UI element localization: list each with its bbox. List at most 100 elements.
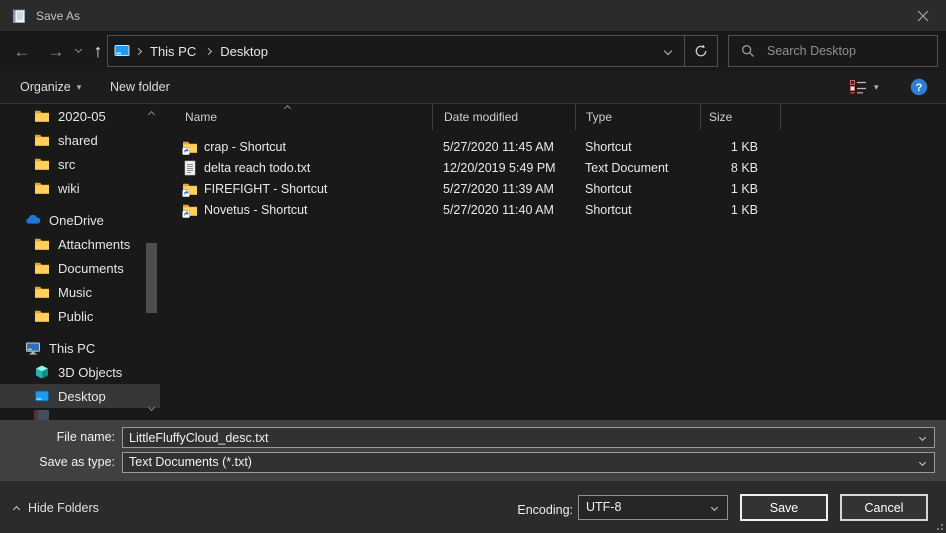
folder-icon (34, 108, 50, 124)
file-size-cell: 1 KB (700, 203, 780, 217)
sidebar-item-public[interactable]: Public (0, 304, 160, 328)
column-header-size[interactable]: Size (700, 104, 780, 130)
close-button[interactable] (900, 0, 946, 31)
forward-button[interactable]: → (42, 31, 70, 71)
back-button[interactable]: ← (8, 31, 36, 71)
refresh-button[interactable] (685, 36, 717, 66)
svg-text:?: ? (916, 82, 923, 94)
change-view-button[interactable] (850, 71, 867, 103)
footer-band: Hide Folders Encoding: UTF-8 Save Cancel (0, 481, 946, 533)
chevron-right-icon (134, 47, 141, 54)
sidebar-item-label: Public (58, 309, 93, 324)
3d-cube-icon (34, 364, 50, 380)
file-date-cell: 5/27/2020 11:40 AM (432, 203, 575, 217)
file-name-cell: delta reach todo.txt (160, 160, 432, 176)
sidebar-item-3d-objects[interactable]: 3D Objects (0, 360, 160, 384)
sidebar-item-2020-05[interactable]: 2020-05 (0, 104, 160, 128)
breadcrumb-desktop[interactable]: Desktop (216, 44, 272, 59)
file-name-combobox[interactable] (122, 427, 935, 448)
search-icon (741, 44, 755, 58)
sidebar-item-this-pc[interactable]: This PC (0, 336, 160, 360)
file-row[interactable]: Novetus - Shortcut5/27/2020 11:40 AMShor… (160, 199, 946, 220)
file-name-input[interactable] (123, 428, 908, 447)
folder-icon (34, 260, 50, 276)
save-as-dialog: Save As ← → ↑ This PC Desktop (0, 0, 946, 533)
file-name-cell: Novetus - Shortcut (160, 202, 432, 218)
scrollbar-thumb[interactable] (146, 243, 157, 313)
file-size-cell: 1 KB (700, 182, 780, 196)
onedrive-icon (25, 212, 41, 228)
file-row[interactable]: crap - Shortcut5/27/2020 11:45 AMShortcu… (160, 136, 946, 157)
folder-icon (34, 308, 50, 324)
file-name-text: delta reach todo.txt (204, 161, 310, 175)
folder-icon (34, 180, 50, 196)
breadcrumb-chevron[interactable] (200, 49, 216, 54)
file-size-cell: 1 KB (700, 140, 780, 154)
column-header-date-modified[interactable]: Date modified (432, 104, 575, 130)
column-header-name[interactable]: Name (160, 104, 432, 130)
sidebar-item-label: Documents (58, 261, 124, 276)
recent-locations-button[interactable] (70, 31, 86, 71)
this-pc-icon (25, 340, 41, 356)
sidebar-item-label: Desktop (58, 389, 106, 404)
folder-icon (34, 132, 50, 148)
navigation-bar: ← → ↑ This PC Desktop (0, 31, 946, 71)
dropdown-triangle-icon: ▾ (77, 82, 82, 93)
resize-grip[interactable] (934, 521, 943, 530)
sidebar-item-attachments[interactable]: Attachments (0, 232, 160, 256)
encoding-combobox[interactable]: UTF-8 (578, 495, 728, 520)
search-input[interactable] (765, 43, 915, 59)
file-type-cell: Shortcut (575, 203, 700, 217)
filename-band: File name: Save as type: Text Documents … (0, 420, 946, 481)
breadcrumb-chevron[interactable] (130, 49, 146, 54)
sidebar-item-partial[interactable] (34, 410, 49, 420)
view-dropdown-button[interactable]: ▾ (874, 71, 879, 103)
search-box[interactable] (728, 35, 938, 67)
address-dropdown-button[interactable] (652, 36, 684, 66)
desktop-monitor-icon (34, 388, 50, 404)
window-title: Save As (36, 9, 80, 23)
sidebar-item-label: src (58, 157, 75, 172)
column-header-type[interactable]: Type (575, 104, 700, 130)
file-date-cell: 5/27/2020 11:45 AM (432, 140, 575, 154)
file-name-cell: crap - Shortcut (160, 139, 432, 155)
folder-icon (34, 284, 50, 300)
chevron-down-icon (148, 403, 155, 410)
sidebar-item-label: 2020-05 (58, 109, 106, 124)
file-row[interactable]: FIREFIGHT - Shortcut5/27/2020 11:39 AMSh… (160, 178, 946, 199)
sidebar-item-onedrive[interactable]: OneDrive (0, 208, 160, 232)
cancel-button[interactable]: Cancel (840, 494, 928, 521)
chevron-up-icon (148, 110, 155, 117)
new-folder-button[interactable]: New folder (110, 71, 170, 103)
scroll-up-button[interactable] (143, 106, 160, 122)
sidebar-scrollbar[interactable] (143, 104, 160, 420)
file-name-cell: FIREFIGHT - Shortcut (160, 181, 432, 197)
folder-tree: 2020-05 shared src wiki OneDriveAttachments D… (0, 104, 160, 420)
organize-button[interactable]: Organize ▾ (20, 71, 81, 103)
file-type-cell: Shortcut (575, 140, 700, 154)
sidebar-item-shared[interactable]: shared (0, 128, 160, 152)
sidebar-item-documents[interactable]: Documents (0, 256, 160, 280)
help-button[interactable]: ? (910, 71, 928, 103)
save-button[interactable]: Save (740, 494, 828, 521)
hide-folders-button[interactable]: Hide Folders (14, 501, 99, 515)
file-row[interactable]: delta reach todo.txt12/20/2019 5:49 PMTe… (160, 157, 946, 178)
refresh-icon (694, 44, 708, 58)
scroll-down-button[interactable] (143, 400, 160, 416)
column-divider[interactable] (780, 104, 781, 130)
chevron-down-icon (711, 504, 718, 511)
command-toolbar: Organize ▾ New folder ▾ ? (0, 71, 946, 104)
sidebar-item-desktop[interactable]: Desktop (0, 384, 160, 408)
file-date-cell: 12/20/2019 5:49 PM (432, 161, 575, 175)
sidebar-item-src[interactable]: src (0, 152, 160, 176)
file-date-cell: 5/27/2020 11:39 AM (432, 182, 575, 196)
sidebar-item-wiki[interactable]: wiki (0, 176, 160, 200)
breadcrumb-this-pc[interactable]: This PC (146, 44, 200, 59)
chevron-up-icon (13, 506, 20, 513)
save-as-type-combobox[interactable]: Text Documents (*.txt) (122, 452, 935, 473)
shortcut-folder-icon (182, 139, 198, 155)
dropdown-triangle-icon: ▾ (874, 82, 879, 93)
text-document-icon (182, 160, 198, 176)
folder-icon (34, 236, 50, 252)
sidebar-item-music[interactable]: Music (0, 280, 160, 304)
